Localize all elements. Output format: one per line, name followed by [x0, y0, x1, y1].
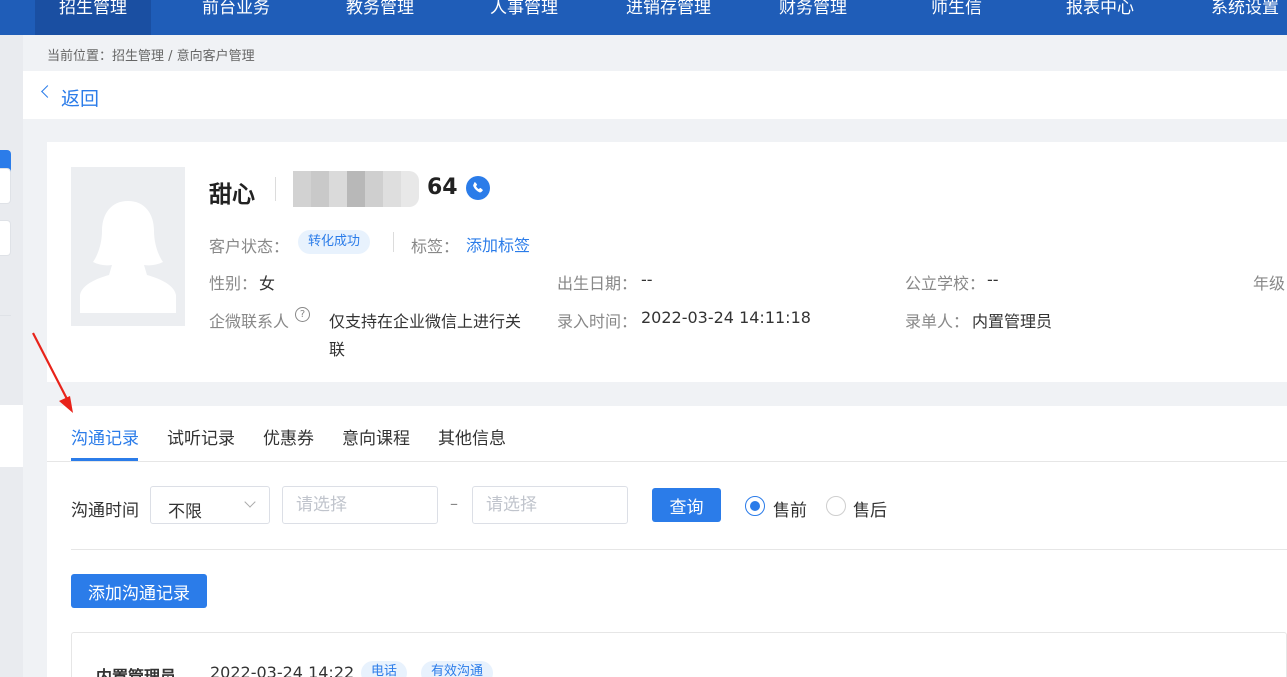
- top-navigation-bar: 招生管理 前台业务 教务管理 人事管理 进销存管理 财务管理 师生信 报表中心 …: [0, 0, 1287, 35]
- tab-other-info[interactable]: 其他信息: [438, 424, 506, 449]
- status-badge: 转化成功: [298, 230, 371, 254]
- blurred-phone-digits: [293, 171, 429, 207]
- start-date-input[interactable]: [282, 486, 438, 524]
- gender-label: 性别：: [209, 274, 258, 293]
- phone-call-icon[interactable]: [466, 176, 490, 200]
- time-range-select[interactable]: 不限: [150, 486, 270, 524]
- birthday-label: 出生日期：: [557, 274, 638, 293]
- nav-tab-messages[interactable]: 师生信: [931, 0, 982, 35]
- record-tag: 电话: [361, 661, 408, 677]
- customer-name: 甜心: [209, 182, 255, 208]
- avatar: [71, 167, 185, 326]
- sidebar-item[interactable]: [0, 220, 11, 256]
- grade-label: 年级: [1253, 274, 1286, 293]
- entry-time-label: 录入时间：: [557, 312, 638, 331]
- breadcrumb: 当前位置：招生管理 / 意向客户管理: [47, 49, 255, 64]
- communication-record-item: 内置管理员 2022-03-24 14:22 电话 有效沟通: [71, 632, 1287, 677]
- nav-tab-front-desk[interactable]: 前台业务: [202, 0, 270, 35]
- school-label: 公立学校：: [905, 274, 986, 293]
- nav-tab-enrollment[interactable]: 招生管理: [35, 0, 151, 35]
- nav-tab-hr[interactable]: 人事管理: [490, 0, 558, 35]
- wecom-label: 企微联系人: [209, 312, 290, 331]
- back-link[interactable]: 返回: [61, 84, 99, 111]
- add-tag-link[interactable]: 添加标签: [466, 232, 530, 256]
- date-range-separator: –: [450, 494, 458, 513]
- record-time: 2022-03-24 14:22: [210, 663, 355, 677]
- birthday-value: --: [641, 270, 653, 289]
- radio-after-sale[interactable]: [826, 496, 846, 516]
- creator-label: 录单人：: [905, 312, 970, 331]
- sidebar-divider: [0, 315, 11, 316]
- tab-communication-records[interactable]: 沟通记录: [71, 424, 139, 449]
- divider: [47, 461, 1287, 462]
- add-communication-record-button[interactable]: 添加沟通记录: [71, 574, 207, 608]
- creator-value: 内置管理员: [972, 312, 1053, 331]
- query-button[interactable]: 查询: [652, 488, 721, 522]
- select-value: 不限: [168, 502, 202, 522]
- wecom-value-wrap: 联: [329, 340, 346, 359]
- tag-label: 标签：: [411, 237, 460, 256]
- female-avatar-icon: [80, 201, 176, 313]
- sidebar-panel: [0, 405, 23, 467]
- nav-tab-finance[interactable]: 财务管理: [779, 0, 847, 35]
- tab-trial-records[interactable]: 试听记录: [167, 424, 235, 449]
- end-date-input[interactable]: [472, 486, 628, 524]
- nav-tab-inventory[interactable]: 进销存管理: [626, 0, 711, 35]
- help-icon[interactable]: ?: [295, 307, 310, 322]
- record-author: 内置管理员: [96, 667, 177, 677]
- back-bar: 返回: [23, 71, 1287, 119]
- detail-tabs-panel: 沟通记录 试听记录 优惠券 意向课程 其他信息 沟通时间 不限 – 查询 售前 …: [47, 406, 1287, 677]
- customer-info-card: 甜心 64 客户状态： 转化成功 标签： 添加标签 性别： 女 出生日期： --…: [47, 142, 1287, 382]
- nav-tab-settings[interactable]: 系统设置: [1211, 0, 1279, 35]
- tab-intended-courses[interactable]: 意向课程: [342, 424, 410, 449]
- nav-tab-reports[interactable]: 报表中心: [1066, 0, 1134, 35]
- divider: [393, 232, 394, 252]
- entry-time-value: 2022-03-24 14:11:18: [641, 308, 811, 327]
- record-tag: 有效沟通: [421, 661, 494, 677]
- radio-pre-sale-label[interactable]: 售前: [773, 496, 807, 521]
- nav-tab-academic[interactable]: 教务管理: [346, 0, 414, 35]
- red-annotation-arrow-icon: [32, 332, 73, 413]
- wecom-value: 仅支持在企业微信上进行关: [329, 312, 522, 331]
- school-value: --: [987, 270, 999, 289]
- tab-coupons[interactable]: 优惠券: [263, 424, 314, 449]
- divider: [275, 177, 276, 201]
- chevron-left-icon[interactable]: [41, 85, 54, 98]
- customer-phone: 64: [293, 171, 458, 209]
- sidebar-item[interactable]: [0, 168, 11, 204]
- gender-value: 女: [259, 274, 276, 293]
- filter-time-label: 沟通时间: [71, 501, 139, 521]
- chevron-down-icon: [244, 496, 256, 508]
- phone-suffix: 64: [427, 175, 458, 200]
- radio-after-sale-label[interactable]: 售后: [853, 496, 887, 521]
- status-label: 客户状态：: [209, 237, 290, 256]
- left-sidebar: [0, 35, 23, 677]
- divider: [71, 549, 1287, 550]
- radio-pre-sale[interactable]: [745, 496, 765, 516]
